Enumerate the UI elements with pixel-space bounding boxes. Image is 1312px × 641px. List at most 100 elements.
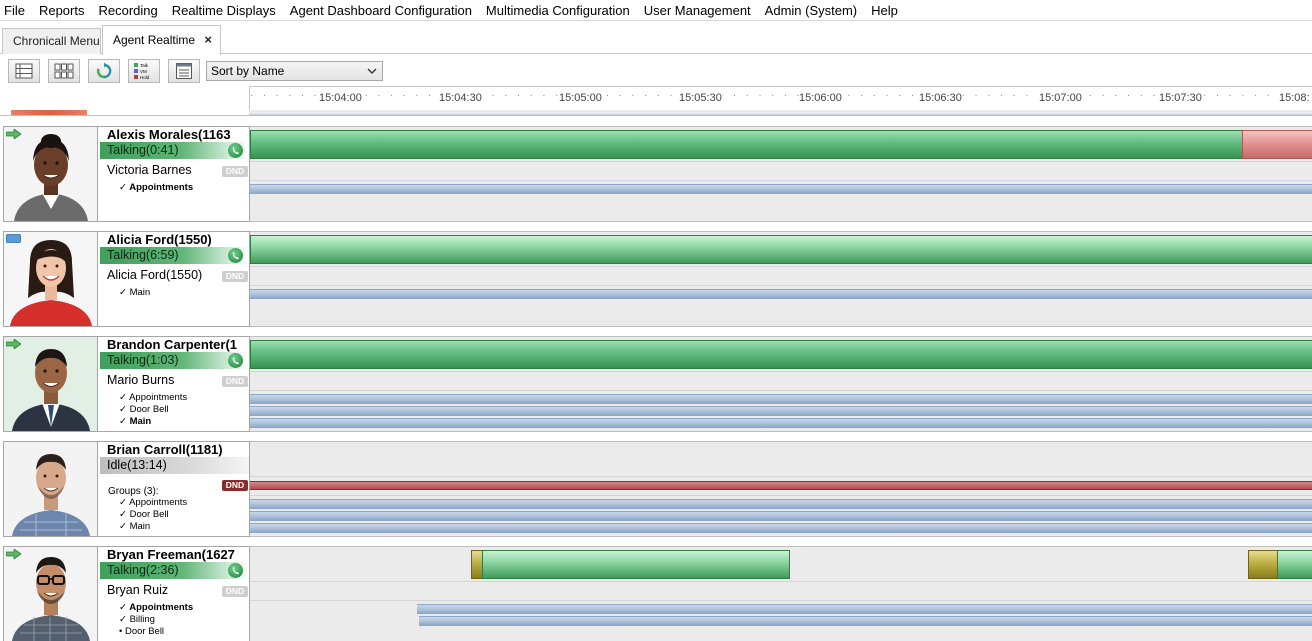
agent-row-alicia-ford[interactable]: Alicia Ford(1550) Talking(6:59) Alicia F…: [0, 231, 1312, 327]
tab-chronicall-menu[interactable]: Chronicall Menu: [2, 28, 101, 54]
group-item: ✓ Main: [119, 416, 152, 427]
phone-icon: [228, 248, 243, 263]
agent-row-alexis-morales[interactable]: Alexis Morales(1163 Talking(0:41) Victor…: [0, 126, 1312, 222]
toolbar: Talk VM Hold Sort by Name: [0, 55, 1312, 85]
dnd-bar[interactable]: [250, 481, 1312, 490]
timeline-header: · · · · · · · · · · · · · · · · · · · · …: [249, 86, 1312, 110]
queue-bar[interactable]: [250, 289, 1312, 299]
menu-reports[interactable]: Reports: [34, 0, 94, 21]
arrow-in-icon: [6, 549, 21, 559]
tab-agent-realtime-label: Agent Realtime: [113, 33, 196, 47]
sort-select[interactable]: Sort by Name: [206, 61, 383, 81]
menu-agent-dashboard-configuration[interactable]: Agent Dashboard Configuration: [285, 0, 481, 21]
agent-row-bryan-freeman[interactable]: Bryan Freeman(1627 Talking(2:36) Bryan R…: [0, 546, 1312, 641]
tick-label: 15:05:00: [559, 92, 602, 104]
group-item: • Door Bell: [119, 626, 165, 637]
details-button[interactable]: [168, 59, 200, 83]
tab-bar: Chronicall Menu Agent Realtime ×: [0, 22, 1312, 55]
talking-bar[interactable]: [250, 235, 1312, 264]
phone-icon: [228, 563, 243, 578]
menu-admin-system[interactable]: Admin (System): [760, 0, 866, 21]
group-item: ✓ Main: [119, 287, 151, 298]
hold-label: Hold: [140, 75, 150, 80]
group-item: ✓ Appointments: [119, 602, 194, 613]
talk-vm-hold-button[interactable]: Talk VM Hold: [128, 59, 160, 83]
queue-bar[interactable]: [250, 418, 1312, 428]
tick-label: 15:07:30: [1159, 92, 1202, 104]
dnd-badge[interactable]: DND: [222, 586, 248, 597]
queue-bar[interactable]: [250, 499, 1312, 509]
agent-card[interactable]: Alexis Morales(1163 Talking(0:41) Victor…: [3, 126, 250, 222]
divider: [250, 390, 1312, 391]
agent-row-brandon-carpenter[interactable]: Brandon Carpenter(1 Talking(1:03) Mario …: [0, 336, 1312, 432]
agent-name: Bryan Freeman(1627: [107, 547, 235, 562]
group-item: ✓ Door Bell: [119, 509, 169, 520]
queue-bar[interactable]: [250, 406, 1312, 416]
hold-bar[interactable]: [1248, 550, 1278, 579]
dnd-badge[interactable]: DND: [222, 271, 248, 282]
talking-bar[interactable]: [482, 550, 790, 579]
menu-multimedia-configuration[interactable]: Multimedia Configuration: [481, 0, 639, 21]
agent-card[interactable]: Bryan Freeman(1627 Talking(2:36) Bryan R…: [3, 546, 250, 641]
sort-select-value: Sort by Name: [211, 64, 285, 78]
grid-view-button[interactable]: [48, 59, 80, 83]
talking-bar[interactable]: [250, 130, 1243, 159]
list-view-button[interactable]: [8, 59, 40, 83]
agent-card[interactable]: Brian Carroll(1181) Idle(13:14) Groups (…: [3, 441, 250, 537]
wrap-up-bar[interactable]: [1242, 130, 1312, 159]
group-item: ✓ Appointments: [119, 392, 188, 403]
menu-help[interactable]: Help: [866, 0, 907, 21]
menu-realtime-displays[interactable]: Realtime Displays: [167, 0, 285, 21]
agent-name: Alicia Ford(1550): [107, 232, 212, 247]
caller-name: Mario Burns: [107, 373, 175, 387]
avatar: [4, 442, 98, 536]
tab-agent-realtime[interactable]: Agent Realtime ×: [102, 25, 221, 55]
agent-timeline: [250, 441, 1312, 537]
divider: [250, 266, 1312, 267]
dnd-badge[interactable]: DND: [222, 480, 248, 491]
divider: [250, 600, 1312, 601]
agent-card[interactable]: Brandon Carpenter(1 Talking(1:03) Mario …: [3, 336, 250, 432]
dnd-badge[interactable]: DND: [222, 166, 248, 177]
tick-label: 15:07:00: [1039, 92, 1082, 104]
queue-bar[interactable]: [250, 523, 1312, 533]
menu-user-management[interactable]: User Management: [639, 0, 760, 21]
group-item: ✓ Appointments: [119, 182, 194, 193]
divider: [250, 476, 1312, 477]
tick-label: 15:06:00: [799, 92, 842, 104]
tick-label: 15:06:30: [919, 92, 962, 104]
menu-bar: File Reports Recording Realtime Displays…: [0, 0, 1312, 21]
divider: [250, 495, 1312, 496]
refresh-button[interactable]: [88, 59, 120, 83]
agent-timeline: [250, 126, 1312, 222]
agent-card[interactable]: Alicia Ford(1550) Talking(6:59) Alicia F…: [3, 231, 250, 327]
vm-label: VM: [140, 69, 147, 74]
queue-bar[interactable]: [250, 511, 1312, 521]
agent-status: Talking(6:59): [107, 248, 179, 262]
close-icon[interactable]: ×: [204, 26, 212, 54]
status-bar: Talking(1:03): [100, 352, 249, 369]
divider: [250, 581, 1312, 582]
queue-bar[interactable]: [419, 616, 1312, 626]
tick-label: 15:05:30: [679, 92, 722, 104]
queue-bar[interactable]: [250, 394, 1312, 404]
agent-status: Talking(1:03): [107, 353, 179, 367]
talking-bar[interactable]: [1277, 550, 1312, 579]
avatar: [4, 337, 98, 431]
grid-view-icon: [54, 63, 74, 79]
arrow-in-icon: [6, 129, 21, 139]
queue-bar[interactable]: [250, 184, 1312, 194]
avatar: [4, 232, 98, 326]
agent-row-brian-carroll[interactable]: Brian Carroll(1181) Idle(13:14) Groups (…: [0, 441, 1312, 537]
chevron-down-icon: [367, 62, 377, 85]
status-bar: Talking(0:41): [100, 142, 249, 159]
avatar: [4, 127, 98, 221]
menu-recording[interactable]: Recording: [93, 0, 166, 21]
avatar: [4, 547, 98, 641]
refresh-icon: [96, 62, 112, 79]
talking-bar[interactable]: [250, 340, 1312, 369]
menu-file[interactable]: File: [0, 0, 34, 21]
agent-name: Alexis Morales(1163: [107, 127, 231, 142]
dnd-badge[interactable]: DND: [222, 376, 248, 387]
queue-bar[interactable]: [417, 604, 1312, 614]
